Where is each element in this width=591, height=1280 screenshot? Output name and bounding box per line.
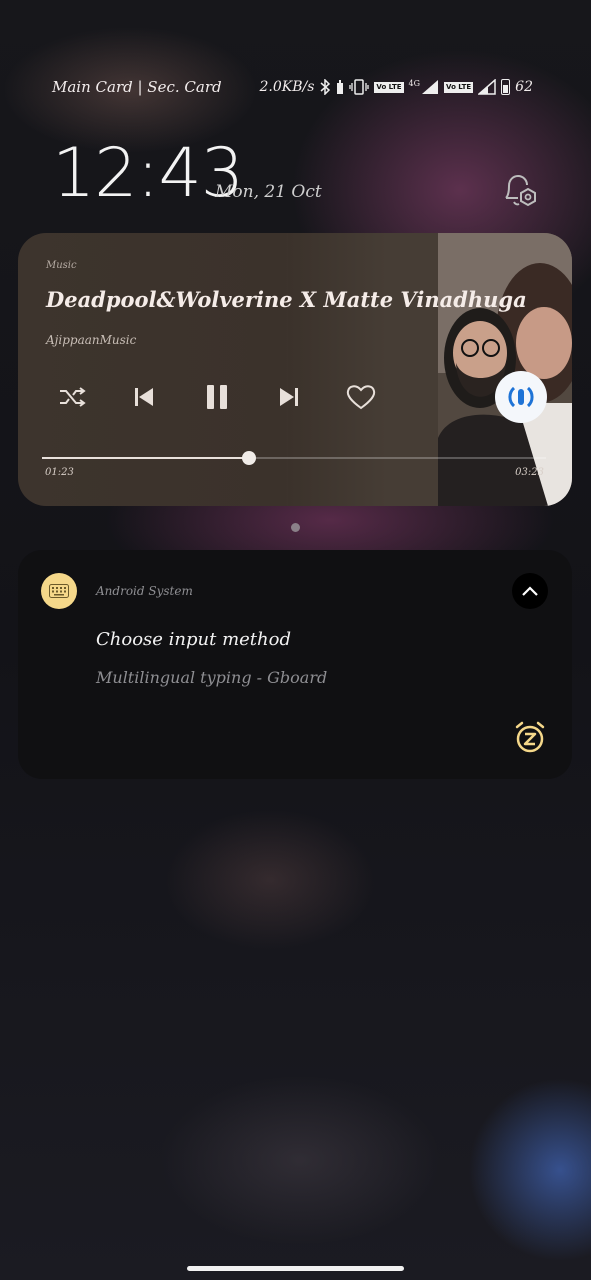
shuffle-button[interactable] (55, 380, 89, 414)
home-gesture-bar[interactable] (187, 1266, 404, 1271)
notification-settings-icon[interactable] (500, 170, 540, 210)
album-art (288, 233, 572, 506)
status-bar: Main Card | Sec. Card 2.0KB/s Vo LTE 4G … (52, 74, 533, 100)
battery-level: 62 (515, 79, 533, 95)
notification-text: Multilingual typing - Gboard (96, 668, 328, 687)
snooze-icon[interactable] (513, 720, 547, 754)
track-artist: AjippaanMusic (46, 333, 137, 347)
skip-previous-icon (135, 388, 153, 406)
media-player-card[interactable]: Music Deadpool&Wolverine X Matte Vinadhu… (18, 233, 572, 506)
signal-icon-1 (422, 80, 439, 94)
next-button[interactable] (272, 380, 306, 414)
notification-title: Choose input method (96, 629, 291, 650)
pause-icon (207, 385, 227, 409)
elapsed-time: 01:23 (45, 467, 74, 478)
clock-date: Mon, 21 Oct (215, 182, 322, 202)
cast-device-icon (508, 386, 534, 408)
total-time: 03:23 (515, 467, 544, 478)
app-icon (41, 573, 77, 609)
previous-button[interactable] (127, 380, 161, 414)
heart-icon (346, 385, 376, 410)
pause-button[interactable] (200, 380, 234, 414)
skip-next-icon (280, 388, 298, 406)
volte-badge-1: Vo LTE (374, 81, 404, 93)
collapse-button[interactable] (512, 573, 548, 609)
carrier-label: Main Card | Sec. Card (52, 78, 222, 96)
bluetooth-icon (320, 79, 331, 95)
output-device-button[interactable] (495, 371, 547, 423)
keyboard-icon (49, 584, 69, 598)
seek-thumb[interactable] (241, 451, 256, 465)
notification-app-name: Android System (96, 584, 193, 598)
status-icons: 2.0KB/s Vo LTE 4G Vo LTE 62 (259, 79, 533, 95)
volte-badge-2: Vo LTE (444, 81, 474, 93)
track-title: Deadpool&Wolverine X Matte Vinadhuga (46, 287, 527, 312)
seek-bar[interactable] (42, 451, 546, 465)
net-speed: 2.0KB/s (259, 79, 315, 95)
chevron-up-icon (522, 586, 538, 596)
battery-icon (501, 79, 511, 95)
alarm-small-icon (337, 80, 344, 94)
notification-card[interactable]: Android System Choose input method Multi… (18, 550, 572, 779)
media-page-indicator (291, 523, 300, 532)
vibrate-icon (349, 79, 370, 95)
media-app-name: Music (46, 260, 77, 271)
signal-icon-2 (478, 79, 496, 95)
shuffle-icon (60, 387, 86, 407)
favorite-button[interactable] (344, 380, 378, 414)
network-type: 4G (408, 78, 421, 88)
